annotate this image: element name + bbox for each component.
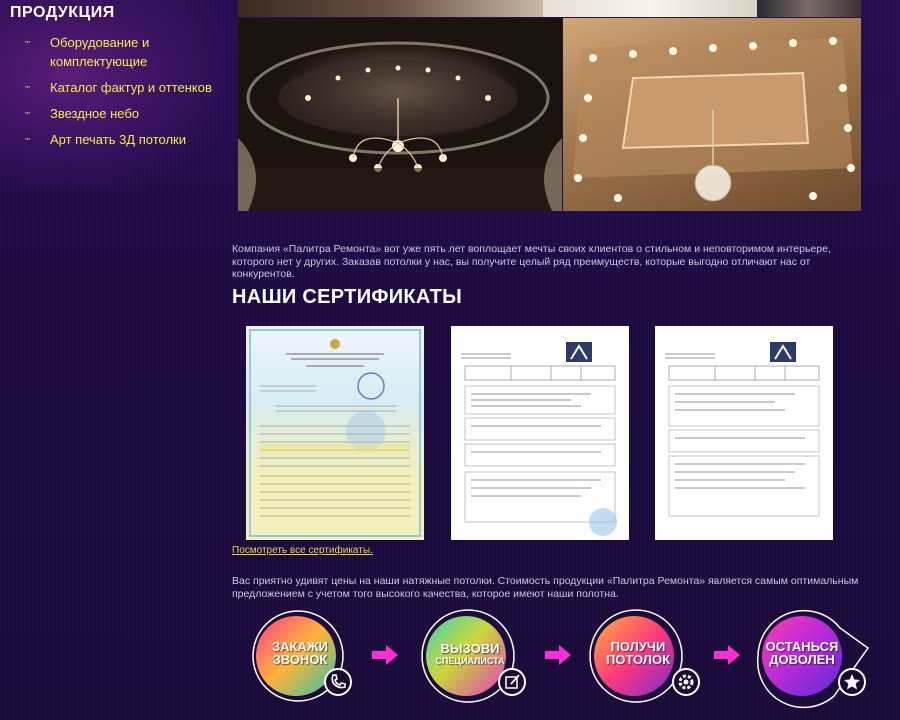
- ceiling-photo-strip: [543, 0, 757, 17]
- sidebar-menu: ПРОДУКЦИЯ ··· Оборудование и комплектующи…: [0, 0, 225, 185]
- certificates-title: НАШИ СЕРТИФИКАТЫ: [232, 286, 463, 308]
- dots-bullet-icon: ···: [24, 107, 31, 119]
- action-label: ОСТАНЬСЯ ДОВОЛЕН: [765, 639, 839, 667]
- arrow-right-icon: [545, 645, 571, 665]
- ceiling-photo-chandelier: [238, 18, 562, 211]
- ceiling-photo-spotlights: [563, 18, 861, 211]
- order-call-button[interactable]: ЗАКАЖИ ЗВОНОК: [240, 608, 360, 718]
- phone-icon: [324, 668, 352, 696]
- gear-icon: [672, 668, 700, 696]
- dots-bullet-icon: ···: [24, 36, 31, 48]
- menu-item-catalog[interactable]: ··· Каталог фактур и оттенков: [24, 78, 224, 97]
- stay-satisfied-button[interactable]: ОСТАНЬСЯ ДОВОЛЕН: [744, 608, 872, 718]
- all-certificates-link[interactable]: Посмотреть все сертификаты.: [232, 545, 373, 556]
- action-label: ВЫЗОВИ СПЕЦИАЛИСТА: [435, 641, 505, 666]
- dots-bullet-icon: ···: [24, 81, 31, 93]
- edit-icon: [498, 668, 526, 696]
- menu-item-starry-sky[interactable]: ··· Звездное небо: [24, 104, 224, 123]
- menu-item-equipment[interactable]: ··· Оборудование и комплектующие: [24, 33, 224, 71]
- get-ceiling-button[interactable]: ПОЛУЧИ ПОТОЛОК: [578, 608, 700, 718]
- prices-paragraph: Вас приятно удивят цены на наши натяжные…: [232, 575, 859, 600]
- star-icon: [838, 668, 866, 696]
- ceiling-photo-strip: [757, 0, 861, 17]
- dots-bullet-icon: ···: [24, 133, 31, 145]
- certificate-thumbnail[interactable]: [655, 326, 833, 540]
- product-menu: ··· Оборудование и комплектующие ··· Катал…: [24, 33, 224, 156]
- certificate-thumbnail[interactable]: [246, 326, 424, 540]
- intro-paragraph: Компания «Палитра Ремонта» вот уже пять …: [232, 243, 831, 280]
- certificate-thumbnail[interactable]: [451, 326, 629, 540]
- action-label: ПОЛУЧИ ПОТОЛОК: [605, 639, 671, 667]
- ceiling-photo-strip: [238, 0, 543, 17]
- arrow-right-icon: [372, 645, 398, 665]
- arrow-right-icon: [714, 645, 740, 665]
- menu-item-art-print[interactable]: ··· Арт печать 3Д потолки: [24, 130, 224, 149]
- action-label: ЗАКАЖИ ЗВОНОК: [272, 639, 328, 667]
- call-specialist-button[interactable]: ВЫЗОВИ СПЕЦИАЛИСТА: [410, 608, 530, 718]
- sidebar-title: ПРОДУКЦИЯ: [10, 4, 115, 21]
